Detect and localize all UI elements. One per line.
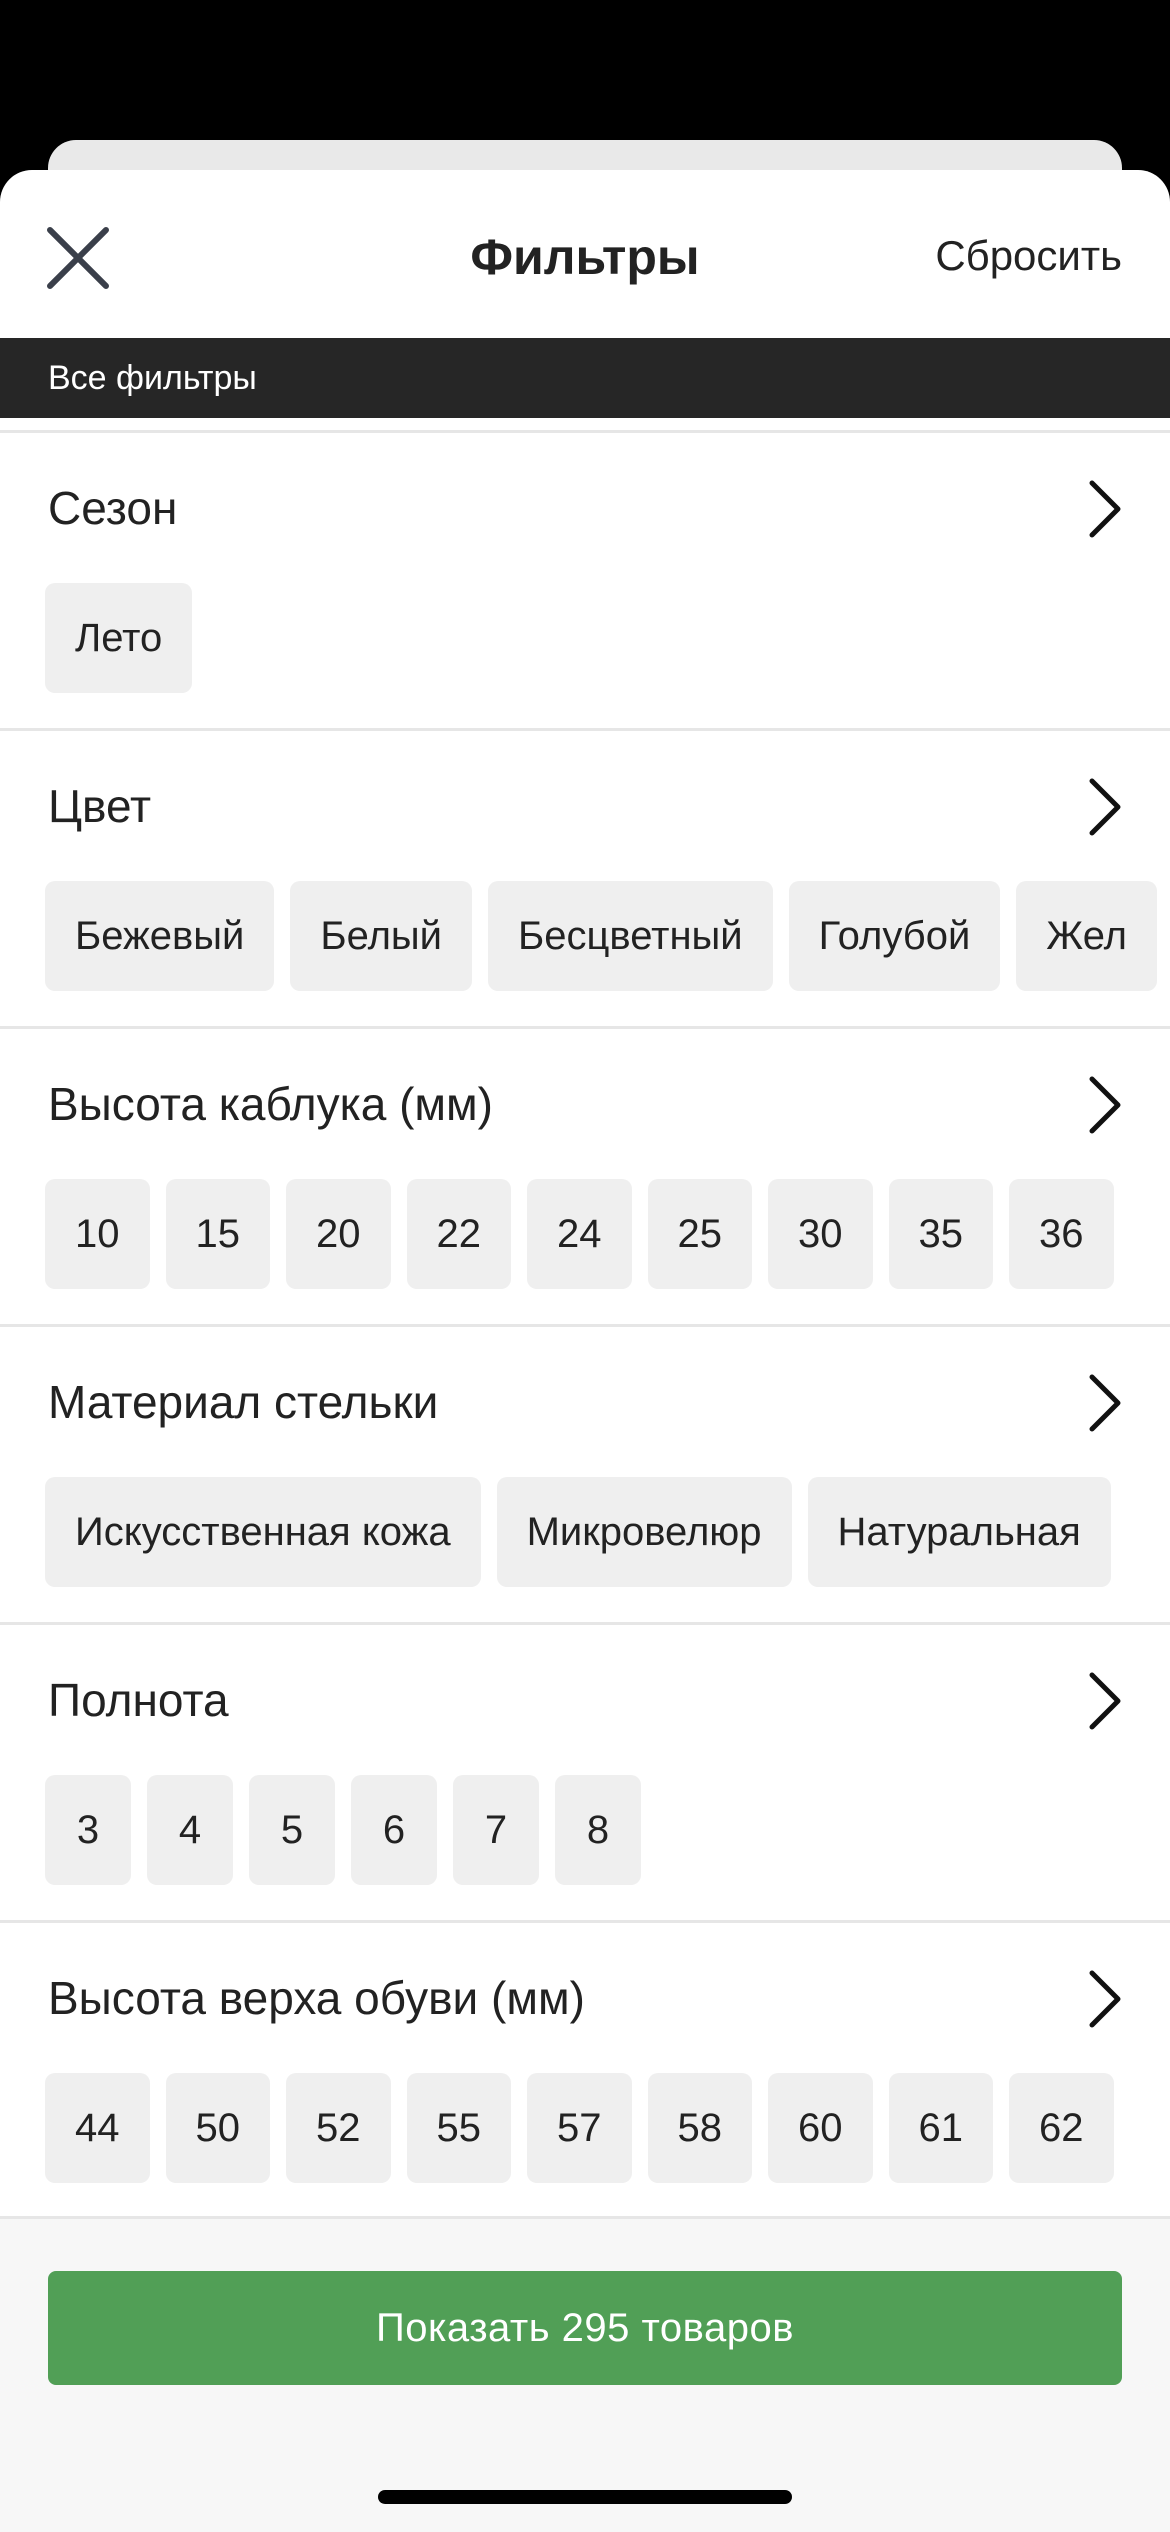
filter-chip[interactable]: 22 [406,1179,511,1289]
filter-chips: 10 15 20 22 24 25 30 35 36 [45,1179,1114,1289]
filter-chip[interactable]: Белый [290,881,473,991]
filter-section: Высота верха обуви (мм) 44 50 52 55 57 58 60 61 6… [0,1920,1170,2218]
filter-chip[interactable]: 35 [888,1179,993,1289]
filter-chip[interactable]: Жел [1016,881,1157,991]
filter-chip[interactable]: 52 [286,2073,391,2183]
filter-chip[interactable]: 24 [527,1179,632,1289]
filter-section-title[interactable]: Высота верха обуви (мм) [48,1971,585,2025]
filter-chip[interactable]: 50 [165,2073,270,2183]
filter-chip[interactable]: Лето [45,583,193,693]
filter-chip[interactable]: 4 [147,1775,233,1885]
filter-chip[interactable]: 3 [45,1775,131,1885]
filter-chip[interactable]: Бежевый [45,881,275,991]
filter-chip[interactable]: 36 [1009,1179,1114,1289]
filter-chip[interactable]: 61 [888,2073,993,2183]
filter-section-title[interactable]: Сезон [48,481,177,535]
filter-section-title[interactable]: Цвет [48,779,151,833]
filter-chip[interactable]: Микровелюр [496,1477,792,1587]
chevron-right-icon[interactable] [1078,479,1128,539]
show-results-button[interactable]: Показать 295 товаров [48,2271,1122,2385]
reset-button[interactable]: Сбросить [935,232,1122,280]
filter-chip[interactable]: 6 [351,1775,437,1885]
filter-chip[interactable]: Искусственная кожа [45,1477,481,1587]
sheet-header: Фильтры Сбросить [0,170,1170,338]
filter-chip[interactable]: 8 [555,1775,641,1885]
chevron-right-icon[interactable] [1078,1075,1128,1135]
filter-section-title[interactable]: Полнота [48,1673,229,1727]
filter-chip[interactable]: 58 [647,2073,752,2183]
filter-section: Материал стельки Искусственная кожа Микров… [0,1324,1170,1622]
breadcrumb: Все фильтры [0,338,1170,418]
filter-section: Сезон Лето [0,430,1170,728]
chevron-right-icon[interactable] [1078,1671,1128,1731]
filter-chips: 345678 [45,1775,641,1885]
filter-chips: Искусственная кожа Микровелюр Натуральная [45,1477,1111,1587]
filter-chip[interactable]: 10 [45,1179,150,1289]
filter-chips: Бежевый Белый Бесцветный Голубой Жел [45,881,1157,991]
filter-chip[interactable]: 15 [165,1179,270,1289]
filter-section: Высота каблука (мм) 10 15 20 22 24 25 30 35 36 [0,1026,1170,1324]
filters-sheet: Фильтры Сбросить Все фильтры Сезон Лето Цв… [0,170,1170,2532]
filter-chip[interactable]: 30 [768,1179,873,1289]
filter-chip[interactable]: 7 [453,1775,539,1885]
filter-chip[interactable]: 57 [527,2073,632,2183]
filter-chips: Лето [45,583,193,693]
filter-chip[interactable]: 25 [647,1179,752,1289]
footer-bar: Показать 295 товаров [0,2216,1170,2532]
home-indicator [378,2490,792,2504]
filter-chip[interactable]: 5 [249,1775,335,1885]
filter-chip[interactable]: Натуральная [807,1477,1111,1587]
filter-chip[interactable]: Голубой [788,881,1001,991]
filter-section-title[interactable]: Материал стельки [48,1375,438,1429]
filter-chip[interactable]: 55 [406,2073,511,2183]
filter-section: Цвет Бежевый Белый Бесцветный Голубой Жел [0,728,1170,1026]
chevron-right-icon[interactable] [1078,1969,1128,2029]
breadcrumb-label: Все фильтры [48,358,257,397]
filter-section: Полнота 3 4 5 6 7 8 [0,1622,1170,1920]
filter-chip[interactable]: Бесцветный [488,881,773,991]
filter-chip[interactable]: 44 [45,2073,150,2183]
chevron-right-icon[interactable] [1078,1373,1128,1433]
filter-chip[interactable]: 62 [1009,2073,1114,2183]
filter-chip[interactable]: 60 [768,2073,873,2183]
filter-chip[interactable]: 20 [286,1179,391,1289]
filter-chips: 44 50 52 55 57 58 60 61 62 [45,2073,1114,2183]
filter-sections: Сезон Лето Цвет Бежевый Белый Бесцветный Голуб… [0,430,1170,2218]
chevron-right-icon[interactable] [1078,777,1128,837]
filter-section-title[interactable]: Высота каблука (мм) [48,1077,493,1131]
